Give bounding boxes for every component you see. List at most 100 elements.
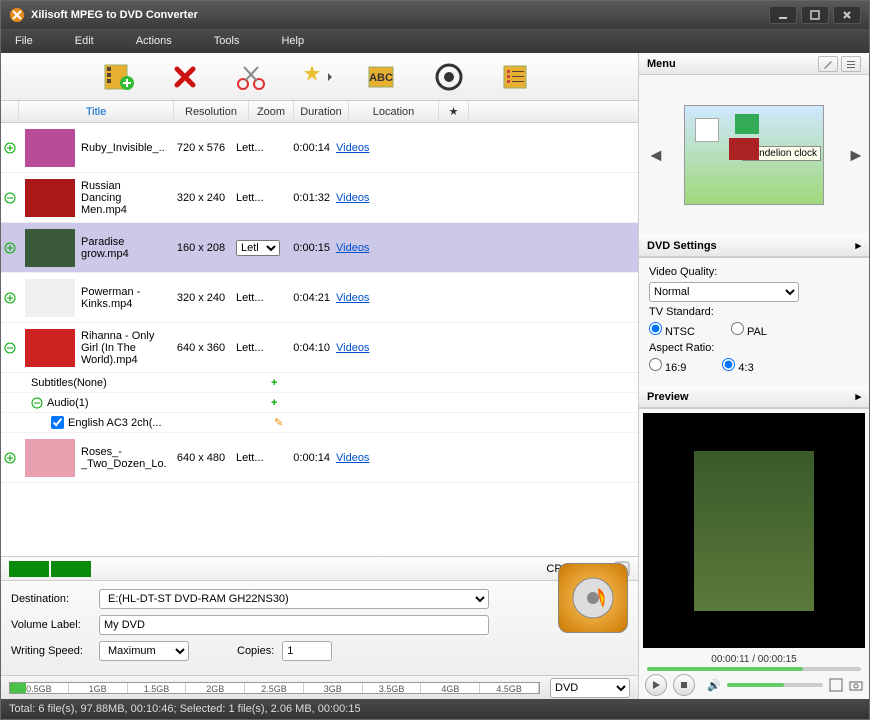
play-button[interactable] xyxy=(645,674,667,696)
file-duration: 0:00:14 xyxy=(284,452,336,464)
menu-actions[interactable]: Actions xyxy=(136,35,172,47)
file-resolution: 720 x 576 xyxy=(166,142,236,154)
subtitles-row[interactable]: Subtitles(None)+ xyxy=(1,373,638,393)
expand-icon[interactable] xyxy=(1,142,19,154)
file-location[interactable]: Videos xyxy=(336,192,406,204)
file-row[interactable]: Powerman - Kinks.mp4 320 x 240 Lett... 0… xyxy=(1,273,638,323)
expand-icon[interactable] xyxy=(1,342,19,354)
expand-icon[interactable] xyxy=(1,292,19,304)
volume-slider[interactable] xyxy=(727,683,823,687)
file-location[interactable]: Videos xyxy=(336,292,406,304)
menu-edit[interactable]: Edit xyxy=(75,35,94,47)
col-zoom[interactable]: Zoom xyxy=(249,101,294,122)
file-thumb xyxy=(25,279,75,317)
quality-label: Video Quality: xyxy=(649,266,859,278)
prev-template-button[interactable]: ◄ xyxy=(647,145,661,165)
menu-help[interactable]: Help xyxy=(281,35,304,47)
file-title: Powerman - Kinks.mp4 xyxy=(81,286,166,310)
file-zoom: Letl xyxy=(236,240,284,256)
file-zoom: Lett... xyxy=(236,292,284,304)
file-row[interactable]: Rihanna - Only Girl (In The World).mp4 6… xyxy=(1,323,638,373)
aspect-169-radio[interactable]: 16:9 xyxy=(649,358,686,374)
col-location[interactable]: Location xyxy=(349,101,439,122)
file-resolution: 320 x 240 xyxy=(166,192,236,204)
dvd-settings-panel: Video Quality: Normal TV Standard: NTSC … xyxy=(639,257,869,386)
col-title[interactable]: Title xyxy=(19,101,174,122)
expand-icon[interactable]: ▸ xyxy=(855,239,861,252)
file-row[interactable]: Russian Dancing Men.mp4 320 x 240 Lett..… xyxy=(1,173,638,223)
file-title: Ruby_Invisible_... xyxy=(81,142,166,154)
menu-bar: File Edit Actions Tools Help xyxy=(1,29,869,53)
stop-button[interactable] xyxy=(673,674,695,696)
quality-select[interactable]: Normal xyxy=(649,282,799,302)
volume-input[interactable] xyxy=(99,615,489,635)
subtitle-button[interactable]: ABC xyxy=(365,59,401,95)
file-title: Russian Dancing Men.mp4 xyxy=(81,180,166,216)
volume-icon[interactable]: 🔊 xyxy=(707,679,721,692)
pal-radio[interactable]: PAL xyxy=(731,322,767,338)
speed-select[interactable]: Maximum xyxy=(99,641,189,661)
preview-header: Preview ▸ xyxy=(639,386,869,408)
file-zoom: Lett... xyxy=(236,342,284,354)
col-resolution[interactable]: Resolution xyxy=(174,101,249,122)
speed-label: Writing Speed: xyxy=(11,645,91,657)
expand-icon[interactable]: ▸ xyxy=(855,390,861,403)
list-button[interactable] xyxy=(497,59,533,95)
seek-slider[interactable] xyxy=(647,667,861,671)
ntsc-radio[interactable]: NTSC xyxy=(649,322,695,338)
effects-button[interactable] xyxy=(299,59,335,95)
menu-file[interactable]: File xyxy=(15,35,33,47)
col-duration[interactable]: Duration xyxy=(294,101,349,122)
file-thumb xyxy=(25,439,75,477)
snapshot-icon[interactable] xyxy=(849,678,863,692)
file-row[interactable]: Ruby_Invisible_... 720 x 576 Lett... 0:0… xyxy=(1,123,638,173)
aspect-43-radio[interactable]: 4:3 xyxy=(722,358,753,374)
file-zoom: Lett... xyxy=(236,452,284,464)
expand-icon[interactable] xyxy=(1,192,19,204)
cpu-bar: CPU:68.75% xyxy=(1,556,638,580)
menu-template-thumb[interactable]: Dandelion clock xyxy=(684,105,824,205)
cut-button[interactable] xyxy=(233,59,269,95)
file-row[interactable]: Roses_-_Two_Dozen_Lo... 640 x 480 Lett..… xyxy=(1,433,638,483)
expand-icon[interactable] xyxy=(1,452,19,464)
volume-label: Volume Label: xyxy=(11,619,91,631)
burn-button[interactable] xyxy=(431,59,467,95)
maximize-button[interactable] xyxy=(801,6,829,24)
tv-standard-label: TV Standard: xyxy=(649,306,859,318)
file-location[interactable]: Videos xyxy=(336,452,406,464)
close-button[interactable] xyxy=(833,6,861,24)
expand-icon[interactable] xyxy=(1,242,19,254)
start-burn-button[interactable] xyxy=(558,563,628,633)
menu-tools[interactable]: Tools xyxy=(214,35,240,47)
minimize-button[interactable] xyxy=(769,6,797,24)
copies-input[interactable] xyxy=(282,641,332,661)
file-resolution: 640 x 480 xyxy=(166,452,236,464)
audio-row[interactable]: Audio(1)+ xyxy=(1,393,638,413)
preview-panel: 00:00:11 / 00:00:15 🔊 xyxy=(639,408,869,699)
file-duration: 0:04:21 xyxy=(284,292,336,304)
file-resolution: 320 x 240 xyxy=(166,292,236,304)
size-bar: 0.5GB1GB1.5GB2GB2.5GB3GB3.5GB4GB4.5GB DV… xyxy=(1,675,638,699)
audio-track-row[interactable]: English AC3 2ch(...✎ xyxy=(1,413,638,433)
column-headers: Title Resolution Zoom Duration Location … xyxy=(1,101,638,123)
destination-select[interactable]: E:(HL-DT-ST DVD-RAM GH22NS30) xyxy=(99,589,489,609)
file-location[interactable]: Videos xyxy=(336,142,406,154)
col-star[interactable]: ★ xyxy=(439,101,469,122)
file-zoom: Lett... xyxy=(236,192,284,204)
fullscreen-icon[interactable] xyxy=(829,678,843,692)
dvd-settings-header: DVD Settings ▸ xyxy=(639,235,869,257)
file-zoom: Lett... xyxy=(236,142,284,154)
disc-type-select[interactable]: DVD xyxy=(550,678,630,698)
list-menu-button[interactable] xyxy=(841,56,861,72)
edit-menu-button[interactable] xyxy=(818,56,838,72)
next-template-button[interactable]: ► xyxy=(847,145,861,165)
app-window: Xilisoft MPEG to DVD Converter File Edit… xyxy=(0,0,870,720)
file-resolution: 160 x 208 xyxy=(166,242,236,254)
file-location[interactable]: Videos xyxy=(336,342,406,354)
file-location[interactable]: Videos xyxy=(336,242,406,254)
status-bar: Total: 6 file(s), 97.88MB, 00:10:46; Sel… xyxy=(1,699,869,719)
copies-label: Copies: xyxy=(237,645,274,657)
add-file-button[interactable] xyxy=(101,59,137,95)
file-row[interactable]: Paradise grow.mp4 160 x 208 Letl 0:00:15… xyxy=(1,223,638,273)
delete-button[interactable] xyxy=(167,59,203,95)
